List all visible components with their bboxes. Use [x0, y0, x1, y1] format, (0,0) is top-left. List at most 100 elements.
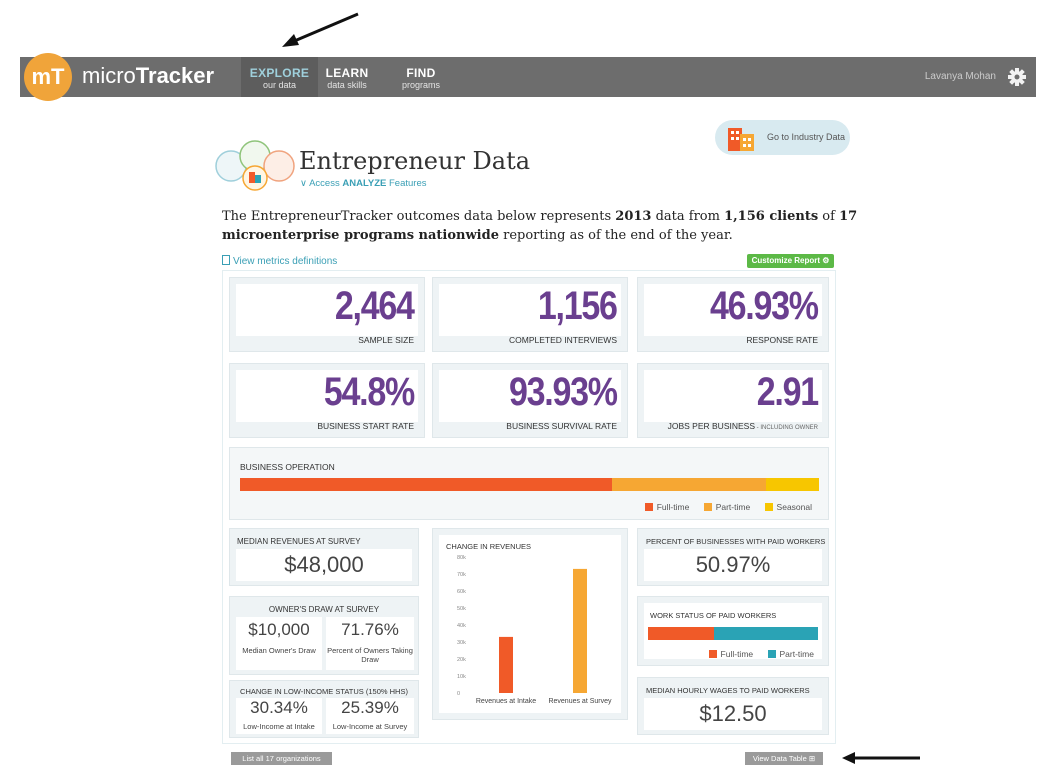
- hourly-wages-title: MEDIAN HOURLY WAGES TO PAID WORKERS: [646, 686, 810, 695]
- y-tick-label: 30k: [457, 640, 466, 646]
- intro-text: The EntrepreneurTracker outcomes data be…: [222, 209, 858, 243]
- pdf-file-icon: [222, 255, 230, 265]
- building-icon: [728, 128, 754, 151]
- kpi-value: 2,464: [335, 284, 415, 328]
- business-operation-segment-part-time: [612, 478, 767, 491]
- chevron-down-icon: ∨: [300, 178, 307, 189]
- microtracker-logo-icon[interactable]: mT: [24, 53, 72, 101]
- median-revenues-title: MEDIAN REVENUES AT SURVEY: [237, 537, 361, 546]
- kpi-label: BUSINESS SURVIVAL RATE: [506, 421, 617, 431]
- nav-learn-subtitle: data skills: [327, 80, 367, 90]
- business-operation-bar: [240, 478, 819, 491]
- kpi-value: 1,156: [538, 284, 618, 328]
- y-tick-label: 80k: [457, 555, 466, 561]
- kpi-value: 54.8%: [323, 370, 415, 414]
- legend-item-full-time: Full-time: [708, 649, 753, 659]
- kpi-sample-size: 2,464 SAMPLE SIZE: [229, 277, 425, 352]
- business-operation-title: BUSINESS OPERATION: [240, 462, 335, 472]
- go-to-industry-data-button[interactable]: Go to Industry Data: [715, 120, 850, 155]
- work-status-segment-full-time: [648, 627, 715, 640]
- x-tick-label: Revenues at Intake: [476, 698, 536, 705]
- median-owners-draw-value: $10,000: [248, 620, 310, 639]
- owners-draw-title: OWNER'S DRAW AT SURVEY: [268, 605, 380, 614]
- annotation-arrow-top: [282, 12, 359, 47]
- nav-explore-title: EXPLORE: [249, 66, 310, 80]
- nav-learn[interactable]: LEARN data skills: [322, 57, 372, 97]
- kpi-value: 46.93%: [710, 284, 819, 328]
- kpi-completed-interviews: 1,156 COMPLETED INTERVIEWS: [432, 277, 628, 352]
- list-all-organizations-button[interactable]: List all 17 organizations: [231, 752, 332, 765]
- paid-workers-title: PERCENT OF BUSINESSES WITH PAID WORKERS: [646, 537, 826, 546]
- go-to-industry-data-label: Go to Industry Data: [767, 132, 846, 142]
- y-tick-label: 0: [457, 691, 460, 697]
- nav-find[interactable]: FIND programs: [396, 57, 446, 97]
- revenue-bar-chart: 0 10k 20k 30k 40k 50k 60k 70k 80k Revenues at Int…: [457, 555, 612, 705]
- low-income-survey-label: Low-Income at Survey: [332, 722, 408, 731]
- business-operation-segment-seasonal: [766, 478, 819, 491]
- annotation-arrow-bottom: [842, 752, 920, 764]
- y-tick-label: 20k: [457, 657, 466, 663]
- business-operation-card: BUSINESS OPERATION Full-time Part-time S…: [229, 447, 829, 520]
- owners-draw-card: OWNER'S DRAW AT SURVEY $10,000 Median Ow…: [229, 596, 419, 675]
- legend-item-part-time: Part-time: [767, 649, 814, 659]
- business-operation-segment-full-time: [240, 478, 613, 491]
- kpi-business-survival-rate: 93.93% BUSINESS SURVIVAL RATE: [432, 363, 628, 438]
- y-tick-label: 50k: [457, 606, 466, 612]
- nav-explore-subtitle: our data: [262, 80, 297, 90]
- work-status-bar: [648, 627, 818, 640]
- percent-owners-draw-value: 71.76%: [341, 620, 399, 639]
- kpi-response-rate: 46.93% RESPONSE RATE: [637, 277, 829, 352]
- low-income-title: CHANGE IN LOW-INCOME STATUS (150% HHS): [240, 687, 408, 696]
- x-tick-label: Revenues at Survey: [548, 698, 612, 705]
- kpi-value: 2.91: [756, 370, 819, 414]
- work-status-segment-part-time: [714, 627, 818, 640]
- bar-revenues-at-intake: [499, 636, 513, 693]
- median-revenues-card: MEDIAN REVENUES AT SURVEY $48,000: [229, 528, 419, 586]
- legend-item-seasonal: Seasonal: [764, 502, 812, 512]
- nav-find-subtitle: programs: [401, 80, 440, 90]
- work-status-title: WORK STATUS OF PAID WORKERS: [650, 611, 777, 620]
- kpi-label: BUSINESS START RATE: [317, 421, 414, 431]
- kpi-label: JOBS PER BUSINESS - INCLUDING OWNER: [667, 421, 818, 431]
- kpi-label: COMPLETED INTERVIEWS: [509, 335, 617, 345]
- bar-revenues-at-survey: [573, 568, 587, 693]
- low-income-status-card: CHANGE IN LOW-INCOME STATUS (150% HHS) 3…: [229, 680, 419, 738]
- access-analyze-features-link[interactable]: ∨ Access ANALYZE Features: [300, 178, 427, 189]
- y-tick-label: 40k: [457, 623, 466, 629]
- low-income-survey-value: 25.39%: [341, 698, 399, 717]
- paid-workers-value: 50.97%: [644, 549, 822, 581]
- median-revenues-value: $48,000: [236, 549, 412, 581]
- nav-find-title: FIND: [406, 66, 436, 80]
- business-operation-legend: Full-time Part-time Seasonal: [633, 502, 812, 512]
- microtracker-logo-text[interactable]: microTracker: [82, 63, 214, 89]
- y-tick-label: 70k: [457, 572, 466, 578]
- kpi-label: RESPONSE RATE: [746, 335, 818, 345]
- legend-item-full-time: Full-time: [644, 502, 689, 512]
- page-title: Entrepreneur Data: [299, 147, 531, 175]
- low-income-intake-label: Low-Income at Intake: [243, 722, 315, 731]
- y-tick-label: 10k: [457, 674, 466, 680]
- kpi-business-start-rate: 54.8% BUSINESS START RATE: [229, 363, 425, 438]
- top-navigation-bar: mT microTracker EXPLORE our data LEARN d…: [20, 53, 1036, 101]
- plus-box-icon: ⊞: [808, 754, 816, 763]
- customize-report-button[interactable]: Customize Report ⚙: [747, 254, 834, 268]
- entrepreneur-people-icon: [215, 140, 295, 191]
- chart-title: CHANGE IN REVENUES: [446, 542, 532, 551]
- nav-explore[interactable]: EXPLORE our data: [241, 57, 318, 97]
- gear-icon[interactable]: [1004, 62, 1030, 92]
- gear-icon: ⚙: [822, 256, 830, 265]
- user-name[interactable]: Lavanya Mohan: [925, 71, 996, 82]
- low-income-intake-value: 30.34%: [250, 698, 308, 717]
- kpi-label: SAMPLE SIZE: [358, 335, 414, 345]
- kpi-jobs-per-business: 2.91 JOBS PER BUSINESS - INCLUDING OWNER: [637, 363, 829, 438]
- view-metrics-definitions-link[interactable]: View metrics definitions: [222, 255, 337, 267]
- work-status-card: WORK STATUS OF PAID WORKERS Full-time Pa…: [637, 596, 829, 666]
- kpi-value: 93.93%: [509, 370, 618, 414]
- nav-learn-title: LEARN: [325, 66, 369, 80]
- percent-owners-draw-label: Percent of Owners Taking Draw: [327, 646, 413, 664]
- legend-item-part-time: Part-time: [703, 502, 750, 512]
- hourly-wages-value: $12.50: [644, 698, 822, 730]
- paid-workers-card: PERCENT OF BUSINESSES WITH PAID WORKERS …: [637, 528, 829, 586]
- view-data-table-button[interactable]: View Data Table ⊞: [745, 752, 823, 765]
- change-in-revenues-card: CHANGE IN REVENUES 0 10k 20k 30k 40k 50k 60k 70…: [432, 528, 628, 720]
